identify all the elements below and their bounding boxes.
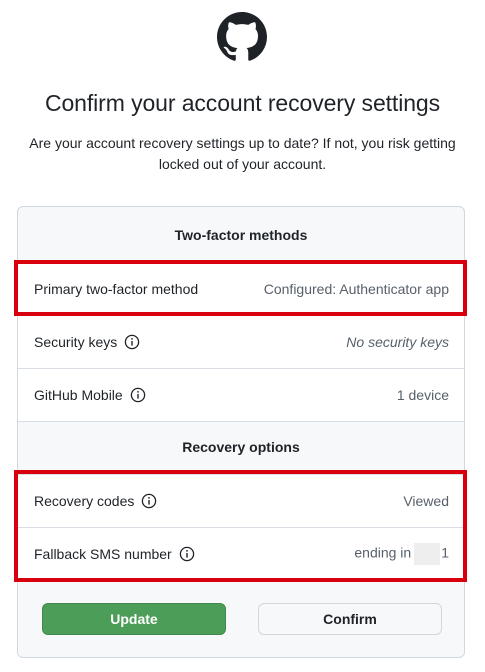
- account-recovery-page: Confirm your account recovery settings A…: [0, 0, 485, 672]
- primary-two-factor-row: Primary two-factor method Configured: Au…: [18, 262, 464, 315]
- recovery-codes-value: Viewed: [403, 493, 449, 509]
- recovery-codes-row: Recovery codes Viewed: [18, 474, 464, 527]
- github-mobile-row: GitHub Mobile 1 device: [18, 368, 464, 421]
- confirm-button[interactable]: Confirm: [258, 603, 442, 635]
- recovery-codes-label: Recovery codes: [34, 493, 135, 509]
- page-subtitle: Are your account recovery settings up to…: [29, 135, 456, 172]
- fallback-sms-row: Fallback SMS number ending in 1: [18, 527, 464, 580]
- info-icon[interactable]: [130, 387, 146, 403]
- recovery-options-header: Recovery options: [18, 421, 464, 474]
- fallback-sms-label-group: Fallback SMS number: [34, 546, 195, 562]
- info-icon[interactable]: [179, 546, 195, 562]
- security-keys-value: No security keys: [346, 334, 449, 350]
- recovery-codes-label-group: Recovery codes: [34, 493, 157, 509]
- github-mobile-label-group: GitHub Mobile: [34, 387, 146, 403]
- github-logo-icon: [217, 12, 267, 62]
- recovery-settings-card: Two-factor methods Primary two-factor me…: [17, 206, 465, 658]
- github-mobile-value: 1 device: [396, 387, 449, 403]
- page-title: Confirm your account recovery settings: [44, 90, 441, 116]
- info-icon[interactable]: [141, 493, 157, 509]
- primary-two-factor-value: Configured: Authenticator app: [263, 281, 449, 297]
- security-keys-label-group: Security keys: [34, 334, 140, 350]
- security-keys-row: Security keys No security keys: [18, 315, 464, 368]
- two-factor-methods-heading: Two-factor methods: [174, 227, 308, 243]
- security-keys-label: Security keys: [34, 334, 118, 350]
- fallback-sms-suffix: 1: [441, 544, 449, 561]
- update-button[interactable]: Update: [42, 603, 226, 635]
- fallback-sms-value: ending in 1: [354, 543, 449, 565]
- recovery-options-heading: Recovery options: [182, 439, 300, 455]
- fallback-sms-prefix: ending in: [354, 544, 412, 561]
- card-actions: Update Confirm: [18, 579, 464, 657]
- masked-digits: [414, 543, 441, 565]
- primary-two-factor-label: Primary two-factor method: [34, 281, 199, 297]
- fallback-sms-label: Fallback SMS number: [34, 546, 172, 562]
- github-mobile-label: GitHub Mobile: [34, 387, 123, 403]
- info-icon[interactable]: [124, 334, 140, 350]
